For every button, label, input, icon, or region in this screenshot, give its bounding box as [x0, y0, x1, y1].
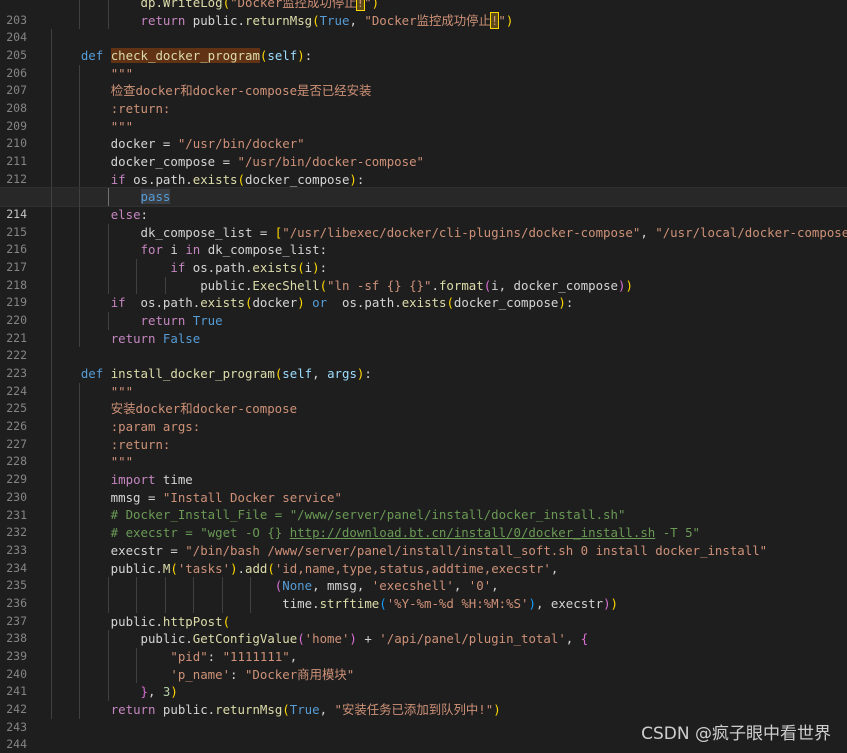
code-text: """ [110, 65, 134, 81]
code-text: return public.returnMsg(True, "Docker监控成… [140, 11, 514, 29]
code-text: if os.path.exists(docker) or os.path.exi… [110, 295, 574, 311]
comment-link[interactable]: http://download.bt.cn/install/0/docker_i… [290, 525, 656, 540]
code-line: 225 """ [0, 382, 847, 415]
code-line: 227 :param args: [0, 418, 847, 451]
code-line: 205 [0, 29, 847, 62]
code-text: dk_compose_list = ["/usr/libexec/docker/… [51, 224, 847, 240]
code-lines: 203 dp.WriteLog("Docker监控成功停止!") 204 ret… [0, 0, 847, 751]
code-text: return False [110, 330, 201, 346]
code-line: 219 public.ExecShell("ln -sf {} {}".form… [0, 276, 847, 309]
code-line: 211 docker = "/usr/bin/docker" [0, 135, 847, 168]
code-line: 215 else: [0, 206, 847, 239]
code-line: 237 time.strftime('%Y-%m-%d %H:%M:%S'), … [0, 594, 847, 628]
code-text: 安装docker和docker-compose [110, 401, 298, 417]
code-text: 'p_name': "Docker商用模块" [170, 666, 355, 682]
code-line: 241 'p_name': "Docker商用模块" [0, 665, 847, 698]
code-text: pass [140, 189, 171, 205]
code-text: else: [110, 207, 148, 223]
code-line: 209 :return: [0, 100, 847, 133]
code-text: def check_docker_program(self): [80, 48, 313, 64]
code-text: execstr = "/bin/bash /www/server/panel/i… [51, 542, 768, 558]
code-line: 210 """ [0, 117, 847, 150]
code-text: :return: [110, 101, 171, 117]
code-text: docker = "/usr/bin/docker" [51, 136, 305, 152]
code-line: 203 dp.WriteLog("Docker监控成功停止!") [0, 0, 847, 27]
code-line: 217 for i in dk_compose_list: [0, 241, 847, 274]
watermark: CSDN @疯子眼中看世界 [641, 724, 831, 744]
code-line: 230 import time [0, 471, 847, 504]
code-line: 221 return True [0, 312, 847, 345]
code-line: 229 """ [0, 453, 847, 486]
code-line: 218 if os.path.exists(i): [0, 259, 847, 292]
line-number: 244 [6, 737, 27, 752]
code-line: 216 dk_compose_list = ["/usr/libexec/doc… [0, 223, 847, 256]
code-editor[interactable]: 203 dp.WriteLog("Docker监控成功停止!") 204 ret… [0, 0, 847, 753]
code-line: 224 def install_docker_program(self, arg… [0, 365, 847, 398]
code-text: public.GetConfigValue('home') + '/api/pa… [51, 631, 589, 647]
code-text: """ [110, 118, 134, 134]
code-text: :return: [110, 436, 171, 452]
code-text: public.ExecShell("ln -sf {} {}".format(i… [51, 277, 633, 293]
code-text: "pid": "1111111", [170, 648, 298, 664]
code-text: }, 3) [140, 684, 178, 700]
code-line: 223 [0, 347, 847, 380]
code-line: 242 }, 3) [0, 683, 847, 716]
code-line: 240 "pid": "1111111", [0, 647, 847, 681]
code-text: docker_compose = "/usr/bin/docker-compos… [51, 154, 424, 170]
code-line: 206 def check_docker_program(self): [0, 47, 847, 80]
code-line: 239 public.GetConfigValue('home') + '/ap… [0, 630, 847, 663]
code-line: 238 public.httpPost( [0, 612, 847, 645]
code-text: if os.path.exists(docker_compose): [110, 171, 365, 187]
code-text: return public.returnMsg(True, "安装任务已添加到队… [110, 701, 501, 717]
code-text: time.strftime('%Y-%m-%d %H:%M:%S'), exec… [51, 595, 619, 611]
code-text: public.M('tasks').add('id,name,type,stat… [51, 560, 559, 576]
code-text: if os.path.exists(i): [170, 260, 328, 276]
code-text: # execstr = "wget -O {} http://download.… [51, 525, 701, 541]
code-text: for i in dk_compose_list: [140, 242, 328, 258]
code-line: 236 (None, mmsg, 'execshell', '0', [0, 577, 847, 610]
code-line: 233 # execstr = "wget -O {} http://downl… [0, 524, 847, 557]
code-text: (None, mmsg, 'execshell', '0', [274, 578, 499, 594]
code-line: 226 安装docker和docker-compose [0, 400, 847, 433]
code-text: mmsg = "Install Docker service" [51, 489, 342, 505]
code-line: 222 return False [0, 329, 847, 362]
code-line: 243 return public.returnMsg(True, "安装任务已… [0, 700, 847, 734]
code-text: dp.WriteLog("Docker监控成功停止!") [51, 0, 379, 12]
code-line: 234 execstr = "/bin/bash /www/server/pan… [0, 541, 847, 575]
code-line: 204 return public.returnMsg(True, "Docke… [0, 11, 847, 44]
code-line: 231 mmsg = "Install Docker service" [0, 488, 847, 522]
code-text: 检查docker和docker-compose是否已经安装 [110, 83, 372, 99]
code-line: 235 public.M('tasks').add('id,name,type,… [0, 559, 847, 592]
code-text: """ [110, 383, 134, 399]
code-text: return True [140, 313, 223, 329]
code-text: # Docker_Install_File = "/www/server/pan… [51, 507, 626, 523]
code-text: public.httpPost( [51, 613, 231, 629]
code-line: 220 if os.path.exists(docker) or os.path… [0, 294, 847, 327]
code-line: 213 if os.path.exists(docker_compose): [0, 170, 847, 203]
code-text: """ [110, 454, 134, 470]
code-text: import time [110, 472, 193, 488]
code-line-current: 214 pass [0, 187, 847, 221]
code-line: 228 :return: [0, 435, 847, 468]
code-line: 232 # Docker_Install_File = "/www/server… [0, 506, 847, 539]
code-text: :param args: [110, 419, 201, 435]
code-line: 207 """ [0, 64, 847, 97]
code-text: def install_docker_program(self, args): [80, 366, 372, 382]
code-line: 212 docker_compose = "/usr/bin/docker-co… [0, 153, 847, 186]
code-line: 208 检查docker和docker-compose是否已经安装 [0, 82, 847, 115]
